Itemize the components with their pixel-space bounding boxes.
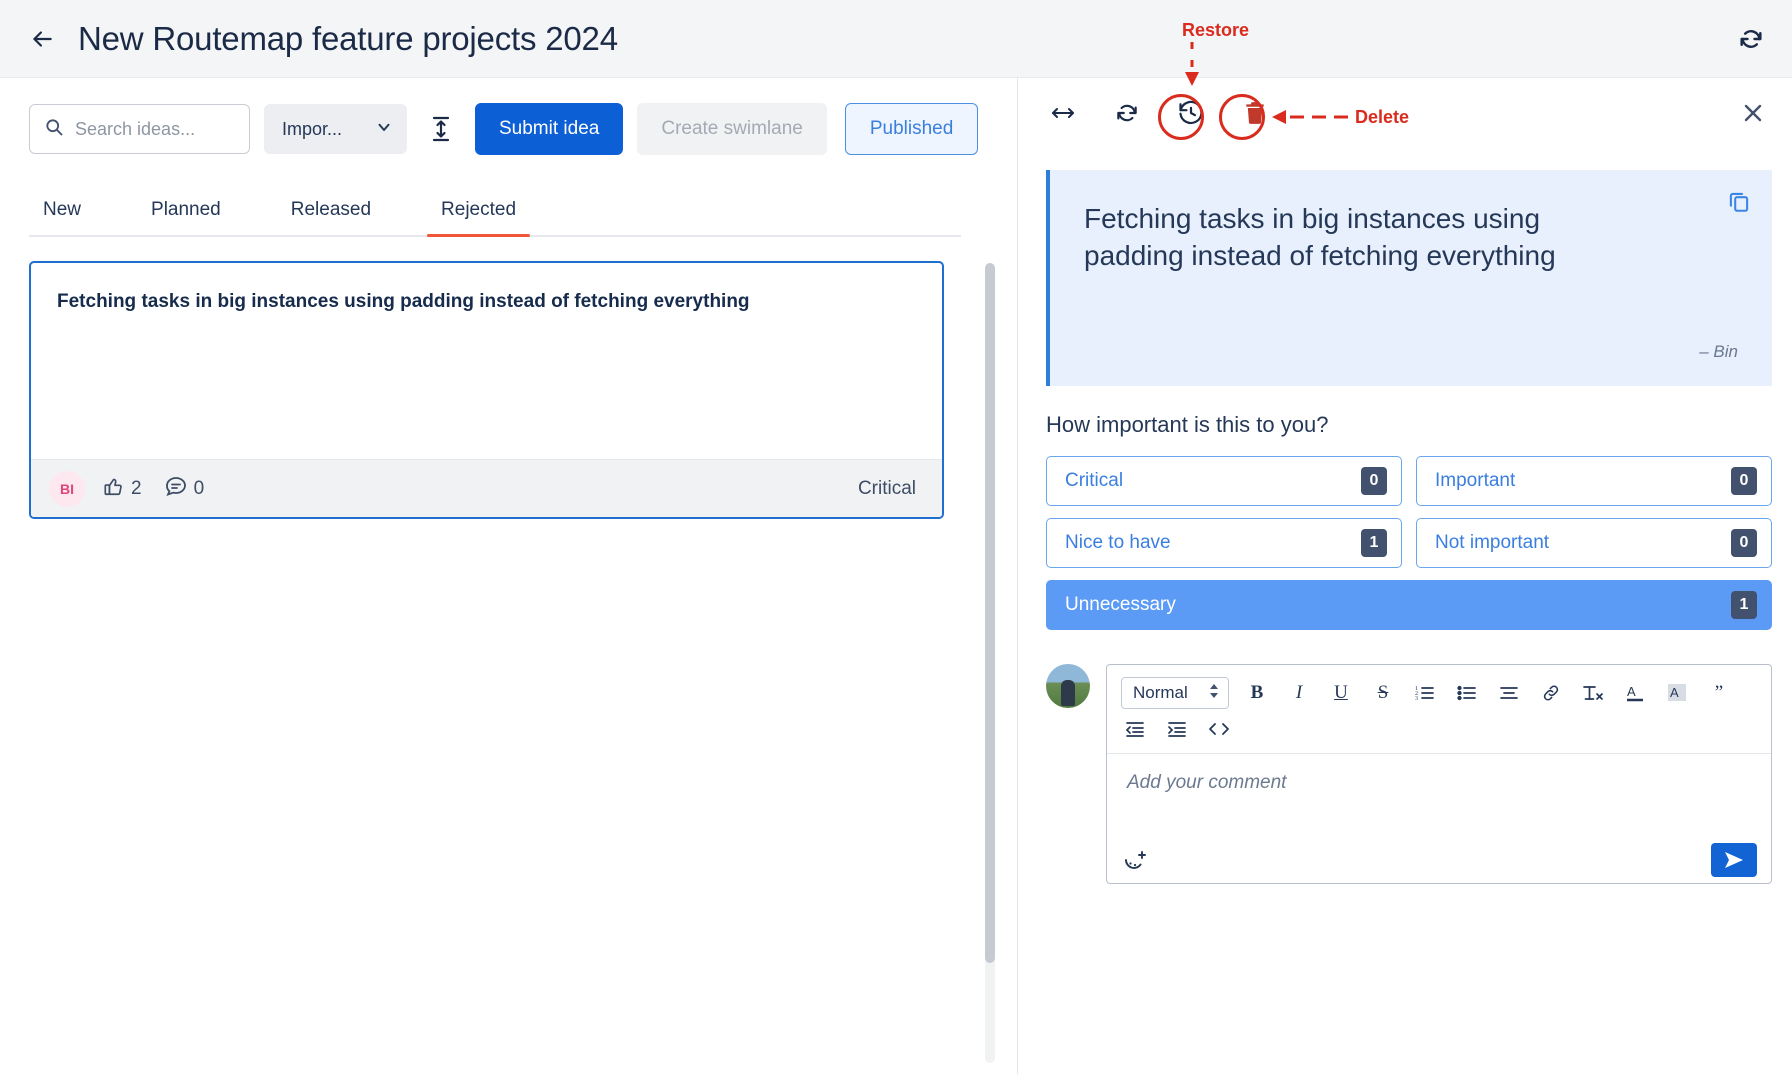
strikethrough-icon[interactable]: S [1369, 679, 1397, 707]
annotation-label-delete: Delete [1355, 107, 1409, 128]
submit-idea-button[interactable]: Submit idea [475, 103, 623, 155]
svg-text:A: A [1627, 684, 1636, 699]
vote-option-not-important[interactable]: Not important 0 [1416, 518, 1772, 568]
thumbs-up-icon [103, 475, 125, 503]
indent-icon[interactable] [1163, 715, 1191, 743]
sync-icon[interactable] [1732, 20, 1770, 58]
vote-count: 1 [1731, 591, 1757, 619]
comment-stat[interactable]: 0 [164, 475, 205, 503]
quote-author: – Bin [1084, 342, 1738, 362]
idea-priority-label: Critical [858, 478, 916, 500]
close-icon[interactable] [1736, 96, 1770, 130]
list-scrollbar-track[interactable] [985, 263, 995, 1063]
quote-text: Fetching tasks in big instances using pa… [1084, 200, 1644, 274]
svg-text:3: 3 [1415, 696, 1418, 702]
quote-box: Fetching tasks in big instances using pa… [1046, 170, 1772, 386]
create-swimlane-button[interactable]: Create swimlane [637, 103, 827, 155]
ideas-toolbar: Impor... Submit idea Create swimlane Pub… [0, 78, 1017, 155]
idea-detail-panel: “ Fetching tasks in big instances using … [1018, 78, 1792, 1074]
vote-options: Critical 0 Important 0 Nice to have 1 No… [1046, 456, 1772, 630]
back-arrow-icon[interactable] [22, 19, 62, 59]
search-icon [44, 117, 64, 142]
comment-input[interactable]: Add your comment [1107, 754, 1771, 837]
outdent-icon[interactable] [1121, 715, 1149, 743]
editor-footer [1107, 837, 1771, 883]
comment-icon [164, 475, 188, 503]
ordered-list-icon[interactable]: 1 2 3 [1411, 679, 1439, 707]
vote-count: 0 [1731, 467, 1757, 495]
format-style-dropdown[interactable]: Normal [1121, 677, 1229, 709]
vote-count: 1 [1361, 529, 1387, 557]
idea-quote-block: “ Fetching tasks in big instances using … [1046, 170, 1772, 386]
bullet-list-icon[interactable] [1453, 679, 1481, 707]
chevron-updown-icon [1208, 682, 1220, 705]
tab-new[interactable]: New [29, 199, 95, 235]
vote-count: 0 [1361, 467, 1387, 495]
annotation-arrow-delete [1270, 104, 1360, 130]
idea-card-footer: BI 2 0 Critical [31, 459, 942, 517]
app-header: New Routemap feature projects 2024 [0, 0, 1792, 78]
vote-label: Not important [1435, 532, 1549, 554]
annotation-label-restore: Restore [1182, 20, 1249, 41]
text-color-icon[interactable]: A [1621, 679, 1649, 707]
sync-icon[interactable] [1110, 96, 1144, 130]
vote-option-unnecessary[interactable]: Unnecessary 1 [1046, 580, 1772, 630]
align-icon[interactable] [1495, 679, 1523, 707]
page-title: New Routemap feature projects 2024 [78, 20, 618, 58]
delete-icon[interactable] [1238, 96, 1272, 130]
tab-released[interactable]: Released [277, 199, 385, 235]
underline-icon[interactable]: U [1327, 679, 1355, 707]
svg-text:A: A [1670, 685, 1679, 700]
status-tabs: New Planned Released Rejected [29, 199, 961, 237]
restore-icon[interactable] [1174, 96, 1208, 130]
format-style-label: Normal [1133, 683, 1188, 703]
vote-label: Critical [1065, 470, 1123, 492]
idea-card[interactable]: Fetching tasks in big instances using pa… [29, 261, 944, 519]
chevron-down-icon [375, 118, 393, 141]
vote-option-nice-to-have[interactable]: Nice to have 1 [1046, 518, 1402, 568]
rich-text-editor[interactable]: Normal B I U S 1 2 3 [1106, 664, 1772, 884]
sort-height-icon[interactable] [421, 107, 461, 151]
highlight-icon[interactable]: A [1663, 679, 1691, 707]
add-emoji-icon[interactable] [1121, 846, 1149, 874]
search-input[interactable] [75, 119, 225, 140]
vote-count: 0 [1731, 529, 1757, 557]
idea-card-body: Fetching tasks in big instances using pa… [31, 263, 942, 459]
blockquote-icon[interactable]: ” [1705, 679, 1733, 707]
vote-label: Nice to have [1065, 532, 1171, 554]
ideas-pane: Impor... Submit idea Create swimlane Pub… [0, 78, 1018, 1074]
vote-option-critical[interactable]: Critical 0 [1046, 456, 1402, 506]
vote-option-important[interactable]: Important 0 [1416, 456, 1772, 506]
list-scrollbar-thumb[interactable] [985, 263, 995, 963]
code-icon[interactable] [1205, 715, 1233, 743]
italic-icon[interactable]: I [1285, 679, 1313, 707]
vote-question: How important is this to you? [1046, 412, 1792, 438]
editor-toolbar: Normal B I U S 1 2 3 [1107, 665, 1771, 754]
idea-card-title: Fetching tasks in big instances using pa… [57, 291, 916, 313]
tab-rejected[interactable]: Rejected [427, 199, 530, 235]
copy-icon[interactable] [1726, 188, 1752, 219]
vote-label: Unnecessary [1065, 594, 1176, 616]
expand-horizontal-icon[interactable] [1046, 96, 1080, 130]
avatar: BI [49, 471, 85, 507]
like-count: 2 [131, 478, 142, 500]
avatar [1046, 664, 1090, 708]
bold-icon[interactable]: B [1243, 679, 1271, 707]
comment-count: 0 [194, 478, 205, 500]
search-input-wrapper[interactable] [29, 104, 250, 154]
link-icon[interactable] [1537, 679, 1565, 707]
published-button[interactable]: Published [845, 103, 978, 155]
clear-format-icon[interactable] [1579, 679, 1607, 707]
importance-filter-dropdown[interactable]: Impor... [264, 104, 407, 154]
annotation-arrow-restore [1170, 40, 1230, 92]
like-stat[interactable]: 2 [103, 475, 142, 503]
importance-filter-label: Impor... [282, 119, 342, 140]
send-comment-button[interactable] [1711, 843, 1757, 877]
vote-label: Important [1435, 470, 1515, 492]
comment-composer: Normal B I U S 1 2 3 [1046, 664, 1772, 884]
tab-planned[interactable]: Planned [137, 199, 235, 235]
